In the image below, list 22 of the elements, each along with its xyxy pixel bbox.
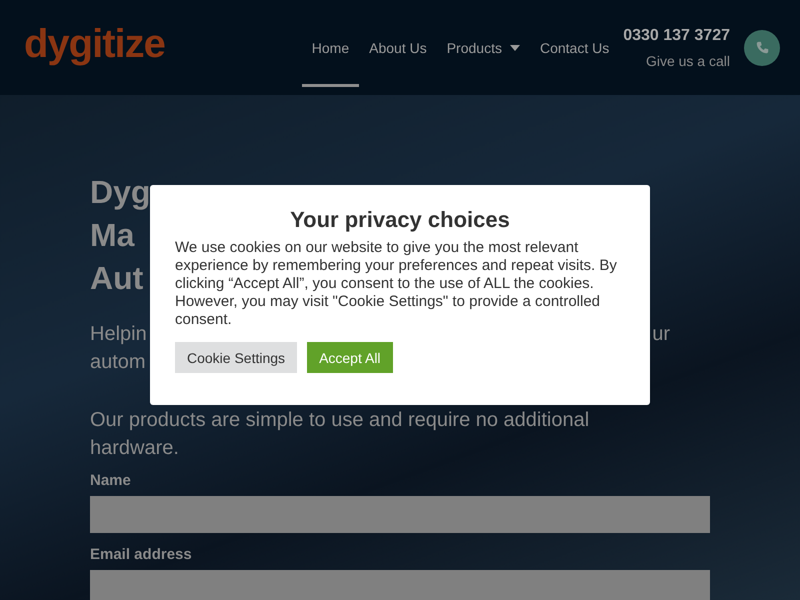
- intro-text: ur: [652, 322, 670, 347]
- nav-link[interactable]: Contact Us: [530, 12, 620, 86]
- field-label: Name: [90, 472, 132, 489]
- nav-link[interactable]: Home: [302, 12, 360, 86]
- nav-link[interactable]: Products: [436, 12, 530, 86]
- nav-link[interactable]: About Us: [359, 12, 437, 86]
- input-field[interactable]: [90, 496, 710, 533]
- tagline: Our products are simple to use and require no additional hardware.: [90, 408, 590, 461]
- call-hint: Give us a call: [644, 52, 730, 68]
- input-field[interactable]: [90, 570, 710, 600]
- settings-button[interactable]: Cookie Settings: [175, 342, 298, 373]
- heading-text: Ma: [90, 217, 134, 253]
- heading-text: Aut: [90, 260, 144, 296]
- call-button[interactable]: [744, 30, 780, 66]
- intro-text: autom: [90, 350, 146, 375]
- intro-text: Helpin: [90, 322, 147, 347]
- phone-icon: [756, 41, 768, 54]
- field-label: Email address: [90, 546, 193, 563]
- dialog-title: Your privacy choices: [289, 207, 511, 233]
- heading-text: Dyg: [90, 174, 150, 210]
- phone-number: 0330 137 3727: [623, 26, 730, 44]
- dialog-message: We use cookies on our website to give you the most relevant experience by remembering your preferences and repeat visits. By clicking “Accept All”, you consent to the use of ALL the cookies. However, you may visit "Cookie Settings" to provide a controlled consent.: [175, 239, 618, 329]
